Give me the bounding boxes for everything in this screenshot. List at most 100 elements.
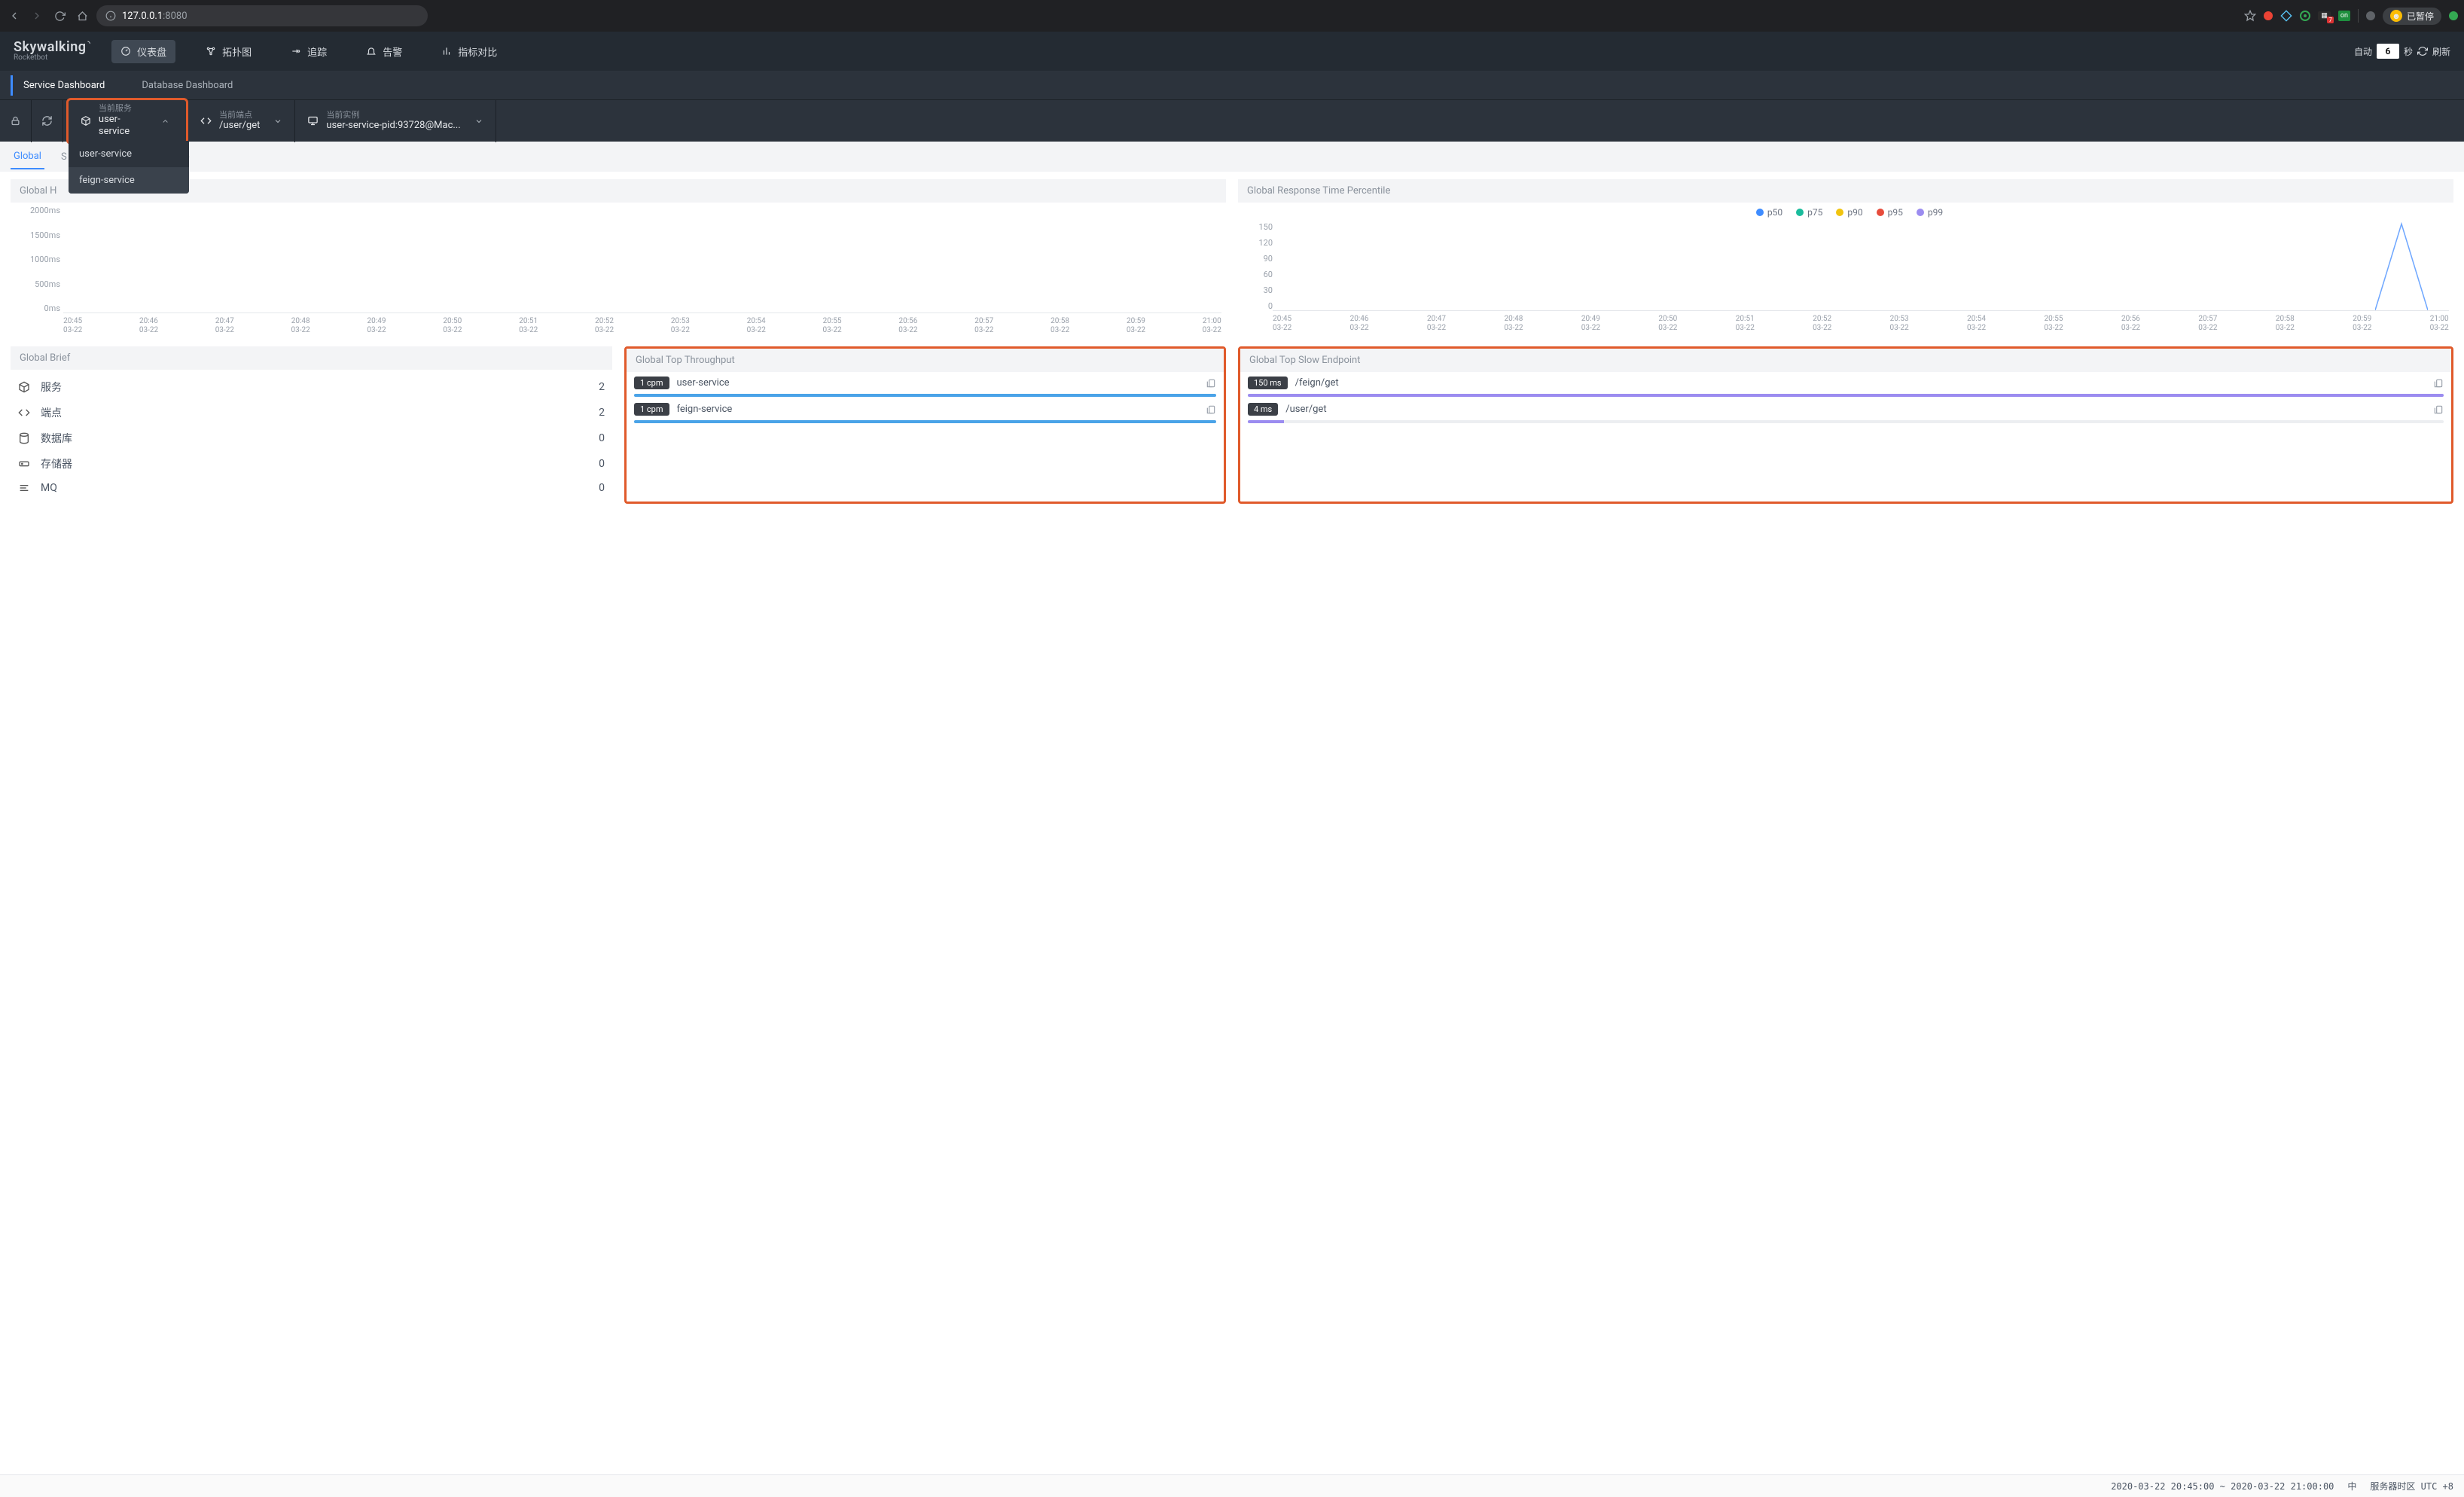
back-button[interactable] — [6, 8, 23, 24]
legend-p75[interactable]: p75 — [1796, 207, 1822, 218]
slow-list: 150 ms/feign/get4 ms/user/get — [1240, 372, 2451, 425]
dropdown-item-user-service[interactable]: user-service — [69, 141, 189, 167]
forward-button[interactable] — [29, 8, 45, 24]
x-tick: 21:0003-22 — [2430, 315, 2449, 332]
x-tick: 20:5003-22 — [1658, 315, 1677, 332]
nav-compare-label: 指标对比 — [458, 44, 497, 59]
x-tick: 20:4803-22 — [1504, 315, 1523, 332]
ext-ring[interactable] — [2300, 11, 2310, 21]
code-icon — [200, 115, 212, 127]
smile-icon: ☻ — [2390, 10, 2402, 22]
list-item[interactable]: 1 cpmuser-service — [627, 372, 1224, 398]
url-bar[interactable]: 127.0.0.1:8080 — [96, 5, 428, 26]
x-tick: 20:4803-22 — [291, 317, 310, 334]
db-icon — [18, 432, 32, 444]
instance-selector[interactable]: 当前实例 user-service-pid:93728@Mac... — [295, 100, 496, 142]
footer-tz: 服务器时区 UTC +8 — [2370, 1480, 2453, 1492]
x-tick: 20:5203-22 — [595, 317, 614, 334]
nav-dashboard-label: 仪表盘 — [137, 44, 166, 59]
brief-row-db: 数据库0 — [14, 425, 609, 451]
panel-throughput: Global Top Throughput 1 cpmuser-service1… — [624, 346, 1226, 504]
legend-p90[interactable]: p90 — [1836, 207, 1862, 218]
list-item[interactable]: 1 cpm feign-service — [627, 398, 1224, 425]
paused-pill[interactable]: ☻ 已暂停 — [2383, 8, 2441, 25]
home-button[interactable] — [74, 8, 90, 24]
x-tick: 20:5703-22 — [974, 317, 993, 334]
x-tick: 20:5203-22 — [1813, 315, 1831, 332]
nav-trace[interactable]: 追踪 — [282, 40, 336, 63]
x-tick: 20:5303-22 — [671, 317, 690, 334]
browser-toolbar: 127.0.0.1:8080 ▦7 on ☻ 已暂停 — [0, 0, 2464, 32]
ext-dot-green[interactable] — [2449, 11, 2458, 20]
legend-p50[interactable]: p50 — [1756, 207, 1782, 218]
refresh-label[interactable]: 刷新 — [2432, 45, 2450, 58]
browser-actions: ▦7 on ☻ 已暂停 — [2244, 8, 2458, 25]
metric-badge: 1 cpm — [634, 403, 669, 416]
ext-dot-1[interactable] — [2264, 11, 2273, 20]
logo-main: Skywalking◝ — [14, 41, 90, 54]
ext-badge-on[interactable]: on — [2338, 11, 2350, 21]
item-name: user-service — [677, 377, 730, 389]
panel-percentile: Global Response Time Percentile p50p75p9… — [1238, 179, 2453, 334]
nav-alarm[interactable]: 告警 — [357, 40, 411, 63]
service-selector-value: user-service — [99, 114, 148, 139]
nav-alarm-label: 告警 — [383, 44, 402, 59]
footer-lang[interactable]: 中 — [2347, 1480, 2356, 1492]
brief-row-hdd: 存储器0 — [14, 451, 609, 477]
diamond-icon[interactable] — [2280, 10, 2292, 22]
legend-p99[interactable]: p99 — [1917, 207, 1943, 218]
sync-button[interactable] — [32, 100, 63, 142]
nav-topology[interactable]: 拓扑图 — [197, 40, 261, 63]
panel-slow-title: Global Top Slow Endpoint — [1240, 349, 2451, 372]
copy-icon[interactable] — [2433, 404, 2444, 415]
item-name: /user/get — [1285, 404, 1326, 415]
x-tick: 20:4703-22 — [215, 317, 234, 334]
nav-compare[interactable]: 指标对比 — [432, 40, 506, 63]
profile-dot[interactable] — [2366, 11, 2375, 20]
subtab-global[interactable]: Global — [11, 145, 44, 169]
reload-button[interactable] — [51, 8, 68, 24]
hdd-icon — [18, 458, 32, 470]
dropdown-item-feign-service[interactable]: feign-service — [69, 167, 189, 194]
metric-badge: 150 ms — [1248, 377, 1288, 389]
panel-throughput-title: Global Top Throughput — [627, 349, 1224, 372]
ext-badge-7[interactable]: ▦7 — [2318, 11, 2331, 20]
copy-icon[interactable] — [1206, 378, 1216, 389]
legend-p95[interactable]: p95 — [1877, 207, 1903, 218]
nav-trace-label: 追踪 — [307, 44, 327, 59]
x-tick: 20:5903-22 — [1127, 317, 1145, 334]
info-icon — [105, 11, 116, 21]
service-selector[interactable]: 当前服务 user-service — [69, 100, 186, 142]
code-icon — [18, 407, 32, 419]
heatmap-chart: 2000ms1500ms1000ms500ms0ms 20:4503-2220:… — [11, 203, 1226, 334]
tab-service-dashboard[interactable]: Service Dashboard — [11, 75, 115, 96]
copy-icon[interactable] — [2433, 378, 2444, 389]
copy-icon[interactable] — [1206, 404, 1216, 415]
cube-icon — [81, 115, 91, 127]
star-icon[interactable] — [2244, 10, 2256, 22]
panel-heatmap-title: Global H — [11, 179, 1226, 203]
bars-icon — [18, 482, 32, 494]
lock-button[interactable] — [0, 100, 32, 142]
lock-icon — [10, 115, 21, 127]
item-name: feign-service — [677, 404, 733, 415]
brief-count: 2 — [599, 407, 605, 419]
refresh-interval-input[interactable]: 6 — [2377, 44, 2399, 59]
service-selector-highlight: 当前服务 user-service user-service feign-ser… — [66, 98, 188, 145]
list-item[interactable]: 150 ms/feign/get — [1240, 372, 2451, 398]
list-item[interactable]: 4 ms/user/get — [1240, 398, 2451, 425]
x-tick: 20:5103-22 — [1736, 315, 1755, 332]
tab-database-dashboard[interactable]: Database Dashboard — [129, 75, 243, 96]
endpoint-selector-value: /user/get — [219, 120, 260, 132]
chevron-down-icon — [273, 117, 282, 126]
x-tick: 20:5403-22 — [1967, 315, 1986, 332]
x-tick: 20:4603-22 — [1349, 315, 1368, 332]
nav-dashboard[interactable]: 仪表盘 — [111, 40, 175, 63]
x-tick: 20:4503-22 — [1273, 315, 1291, 332]
brief-label: 存储器 — [41, 456, 72, 471]
panel-brief: Global Brief 服务2端点2数据库0存储器0MQ0 — [11, 346, 612, 504]
endpoint-selector[interactable]: 当前端点 /user/get — [188, 100, 295, 142]
x-tick: 20:4703-22 — [1427, 315, 1446, 332]
x-tick: 20:5503-22 — [2044, 315, 2063, 332]
refresh-icon[interactable] — [2417, 46, 2428, 56]
